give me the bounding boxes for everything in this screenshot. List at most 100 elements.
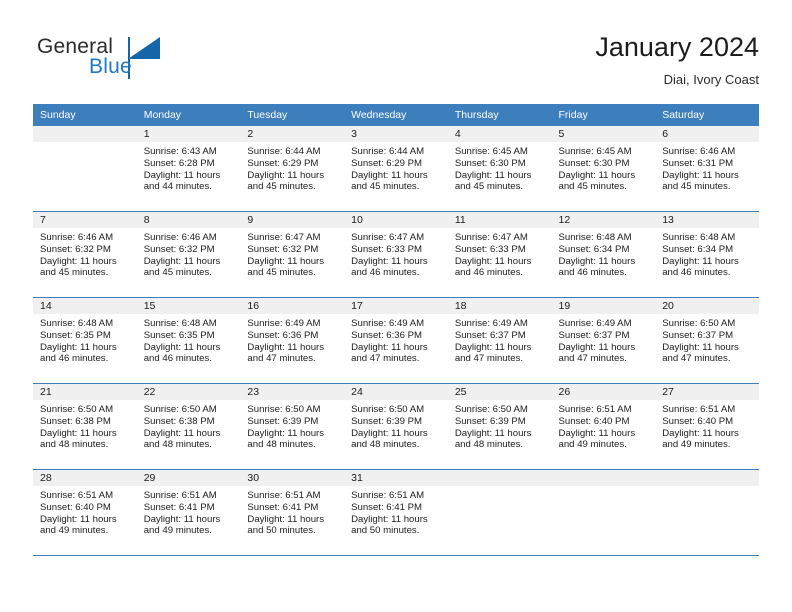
calendar-day-cell[interactable]: 4 Sunrise: 6:45 AM Sunset: 6:30 PM Daylight…	[447, 126, 552, 212]
day-cell-details: Sunrise: 6:50 AM Sunset: 6:39 PM Daylight:…	[240, 400, 344, 451]
sunset-text: Sunset: 6:32 PM	[247, 243, 319, 255]
day-cell-details: Sunrise: 6:51 AM Sunset: 6:41 PM Daylight:…	[240, 486, 344, 537]
calendar-day-cell[interactable]: 20 Sunrise: 6:50 AM Sunset: 6:37 PM Dayligh…	[655, 298, 759, 384]
calendar-day-cell[interactable]: 10 Sunrise: 6:47 AM Sunset: 6:33 PM Dayligh…	[344, 212, 448, 298]
day-cell-inner: 8 Sunrise: 6:46 AM Sunset: 6:32 PM Daylight…	[136, 212, 241, 298]
daylight-text: Daylight: 11 hours	[454, 341, 532, 353]
sunset-text: Sunset: 6:37 PM	[662, 329, 734, 341]
sunrise-text: Sunrise: 6:46 AM	[40, 232, 114, 243]
day-cell-inner: 20 Sunrise: 6:50 AM Sunset: 6:37 PM Dayligh…	[655, 298, 759, 384]
sunrise-text: Sunrise: 6:50 AM	[247, 404, 321, 415]
day-number: 15	[136, 298, 241, 314]
sunrise-text: Sunrise: 6:48 AM	[143, 318, 217, 329]
calendar-day-cell[interactable]: 22 Sunrise: 6:50 AM Sunset: 6:38 PM Dayligh…	[136, 384, 241, 470]
daylight-text: Daylight: 11 hours	[143, 255, 221, 267]
calendar-day-cell[interactable]: 26 Sunrise: 6:51 AM Sunset: 6:40 PM Dayligh…	[551, 384, 656, 470]
calendar-day-cell[interactable]: 23 Sunrise: 6:50 AM Sunset: 6:39 PM Dayligh…	[240, 384, 345, 470]
sunset-text: Sunset: 6:39 PM	[454, 415, 526, 427]
day-cell-details: Sunrise: 6:49 AM Sunset: 6:36 PM Daylight:…	[344, 314, 448, 365]
day-number: 9	[240, 212, 345, 228]
calendar-week-row: 1 Sunrise: 6:43 AM Sunset: 6:28 PM Daylight…	[33, 126, 759, 212]
day-cell-details: Sunrise: 6:48 AM Sunset: 6:34 PM Daylight:…	[552, 228, 656, 279]
calendar-day-cell[interactable]: 2 Sunrise: 6:44 AM Sunset: 6:29 PM Daylight…	[240, 126, 345, 212]
calendar-day-cell[interactable]: 31 Sunrise: 6:51 AM Sunset: 6:41 PM Dayligh…	[344, 470, 448, 556]
day-cell-details: Sunrise: 6:47 AM Sunset: 6:33 PM Daylight:…	[344, 228, 448, 279]
calendar-day-cell[interactable]: 3 Sunrise: 6:44 AM Sunset: 6:29 PM Daylight…	[344, 126, 448, 212]
day-cell-details: Sunrise: 6:45 AM Sunset: 6:30 PM Daylight:…	[552, 142, 656, 193]
day-number: 13	[655, 212, 759, 228]
daylight-text-cont: and 49 minutes.	[143, 525, 212, 537]
daylight-text: Daylight: 11 hours	[247, 169, 325, 181]
calendar-body: 1 Sunrise: 6:43 AM Sunset: 6:28 PM Daylight…	[33, 126, 759, 556]
calendar-day-cell[interactable]: 5 Sunrise: 6:45 AM Sunset: 6:30 PM Daylight…	[551, 126, 656, 212]
calendar-day-cell[interactable]: 16 Sunrise: 6:49 AM Sunset: 6:36 PM Dayligh…	[240, 298, 345, 384]
day-cell-details: Sunrise: 6:49 AM Sunset: 6:36 PM Daylight:…	[240, 314, 344, 365]
day-cell-inner: 7 Sunrise: 6:46 AM Sunset: 6:32 PM Daylight…	[33, 212, 137, 298]
daylight-text: Daylight: 11 hours	[454, 255, 532, 267]
day-cell-details: Sunrise: 6:46 AM Sunset: 6:32 PM Daylight:…	[33, 228, 137, 279]
calendar-day-cell[interactable]: 24 Sunrise: 6:50 AM Sunset: 6:39 PM Dayligh…	[344, 384, 448, 470]
day-cell-details	[552, 486, 656, 490]
calendar-day-cell[interactable]: 12 Sunrise: 6:48 AM Sunset: 6:34 PM Dayligh…	[551, 212, 656, 298]
general-blue-logo[interactable]: General Blue	[33, 35, 243, 91]
daylight-text: Daylight: 11 hours	[662, 341, 739, 353]
sunrise-text: Sunrise: 6:47 AM	[454, 232, 528, 243]
calendar-day-cell[interactable]: 18 Sunrise: 6:49 AM Sunset: 6:37 PM Dayligh…	[447, 298, 552, 384]
day-number: 17	[344, 298, 448, 314]
sunrise-text: Sunrise: 6:51 AM	[558, 404, 632, 415]
daylight-text-cont: and 48 minutes.	[40, 439, 109, 451]
sunrise-text: Sunrise: 6:49 AM	[351, 318, 425, 329]
calendar-day-cell[interactable]: 21 Sunrise: 6:50 AM Sunset: 6:38 PM Dayligh…	[33, 384, 137, 470]
day-cell-inner	[33, 126, 137, 212]
calendar-grid: Sunday Monday Tuesday Wednesday Thursday Frid…	[33, 104, 759, 556]
calendar-day-cell[interactable]: 27 Sunrise: 6:51 AM Sunset: 6:40 PM Dayligh…	[655, 384, 759, 470]
calendar-day-cell[interactable]: 14 Sunrise: 6:48 AM Sunset: 6:35 PM Dayligh…	[33, 298, 137, 384]
sunrise-text: Sunrise: 6:43 AM	[143, 146, 217, 157]
day-cell-inner: 3 Sunrise: 6:44 AM Sunset: 6:29 PM Daylight…	[344, 126, 448, 212]
weekday-header-monday: Monday	[136, 104, 241, 126]
sunset-text: Sunset: 6:38 PM	[40, 415, 111, 427]
calendar-day-cell[interactable]: 19 Sunrise: 6:49 AM Sunset: 6:37 PM Dayligh…	[551, 298, 656, 384]
calendar-day-cell[interactable]: 28 Sunrise: 6:51 AM Sunset: 6:40 PM Dayligh…	[33, 470, 137, 556]
calendar-page: General Blue January 2024 Diai, Ivory Co…	[0, 0, 792, 612]
calendar-day-cell[interactable]: 6 Sunrise: 6:46 AM Sunset: 6:31 PM Daylight…	[655, 126, 759, 212]
calendar-day-cell[interactable]: 9 Sunrise: 6:47 AM Sunset: 6:32 PM Daylight…	[240, 212, 345, 298]
day-cell-inner	[447, 470, 552, 556]
calendar-day-cell[interactable]: 15 Sunrise: 6:48 AM Sunset: 6:35 PM Dayligh…	[136, 298, 241, 384]
day-number: 19	[551, 298, 656, 314]
sunrise-text: Sunrise: 6:51 AM	[662, 404, 736, 415]
daylight-text: Daylight: 11 hours	[558, 427, 636, 439]
calendar-day-cell[interactable]: 8 Sunrise: 6:46 AM Sunset: 6:32 PM Daylight…	[136, 212, 241, 298]
page-subtitle-location: Diai, Ivory Coast	[663, 72, 759, 87]
sunset-text: Sunset: 6:40 PM	[558, 415, 630, 427]
calendar-day-cell[interactable]: 29 Sunrise: 6:51 AM Sunset: 6:41 PM Dayligh…	[136, 470, 241, 556]
daylight-text-cont: and 47 minutes.	[558, 353, 627, 365]
calendar-day-cell[interactable]: 25 Sunrise: 6:50 AM Sunset: 6:39 PM Dayligh…	[447, 384, 552, 470]
calendar-day-cell[interactable]: 17 Sunrise: 6:49 AM Sunset: 6:36 PM Dayligh…	[344, 298, 448, 384]
sunrise-text: Sunrise: 6:49 AM	[558, 318, 632, 329]
sunrise-text: Sunrise: 6:49 AM	[247, 318, 321, 329]
sunset-text: Sunset: 6:34 PM	[662, 243, 734, 255]
daylight-text-cont: and 49 minutes.	[662, 439, 731, 451]
daylight-text: Daylight: 11 hours	[662, 169, 739, 181]
day-number: 31	[344, 470, 448, 486]
calendar-day-cell[interactable]: 30 Sunrise: 6:51 AM Sunset: 6:41 PM Dayligh…	[240, 470, 345, 556]
calendar-day-cell[interactable]: 13 Sunrise: 6:48 AM Sunset: 6:34 PM Dayligh…	[655, 212, 759, 298]
day-cell-details: Sunrise: 6:51 AM Sunset: 6:40 PM Daylight:…	[655, 400, 759, 451]
daylight-text: Daylight: 11 hours	[351, 255, 428, 267]
day-cell-inner: 6 Sunrise: 6:46 AM Sunset: 6:31 PM Daylight…	[655, 126, 759, 212]
sunrise-text: Sunrise: 6:50 AM	[351, 404, 425, 415]
sunset-text: Sunset: 6:36 PM	[351, 329, 423, 341]
calendar-day-cell[interactable]: 1 Sunrise: 6:43 AM Sunset: 6:28 PM Daylight…	[136, 126, 241, 212]
calendar-day-cell[interactable]: 7 Sunrise: 6:46 AM Sunset: 6:32 PM Daylight…	[33, 212, 137, 298]
day-cell-details: Sunrise: 6:44 AM Sunset: 6:29 PM Daylight:…	[344, 142, 448, 193]
day-number: 22	[136, 384, 241, 400]
sunrise-text: Sunrise: 6:47 AM	[351, 232, 425, 243]
day-cell-details: Sunrise: 6:50 AM Sunset: 6:38 PM Daylight:…	[33, 400, 137, 451]
logo-text-blue: Blue	[89, 55, 132, 78]
day-number: 24	[344, 384, 448, 400]
calendar-empty-cell	[33, 126, 137, 212]
day-cell-details: Sunrise: 6:48 AM Sunset: 6:35 PM Daylight:…	[33, 314, 137, 365]
calendar-day-cell[interactable]: 11 Sunrise: 6:47 AM Sunset: 6:33 PM Dayligh…	[447, 212, 552, 298]
day-number: 5	[551, 126, 656, 142]
